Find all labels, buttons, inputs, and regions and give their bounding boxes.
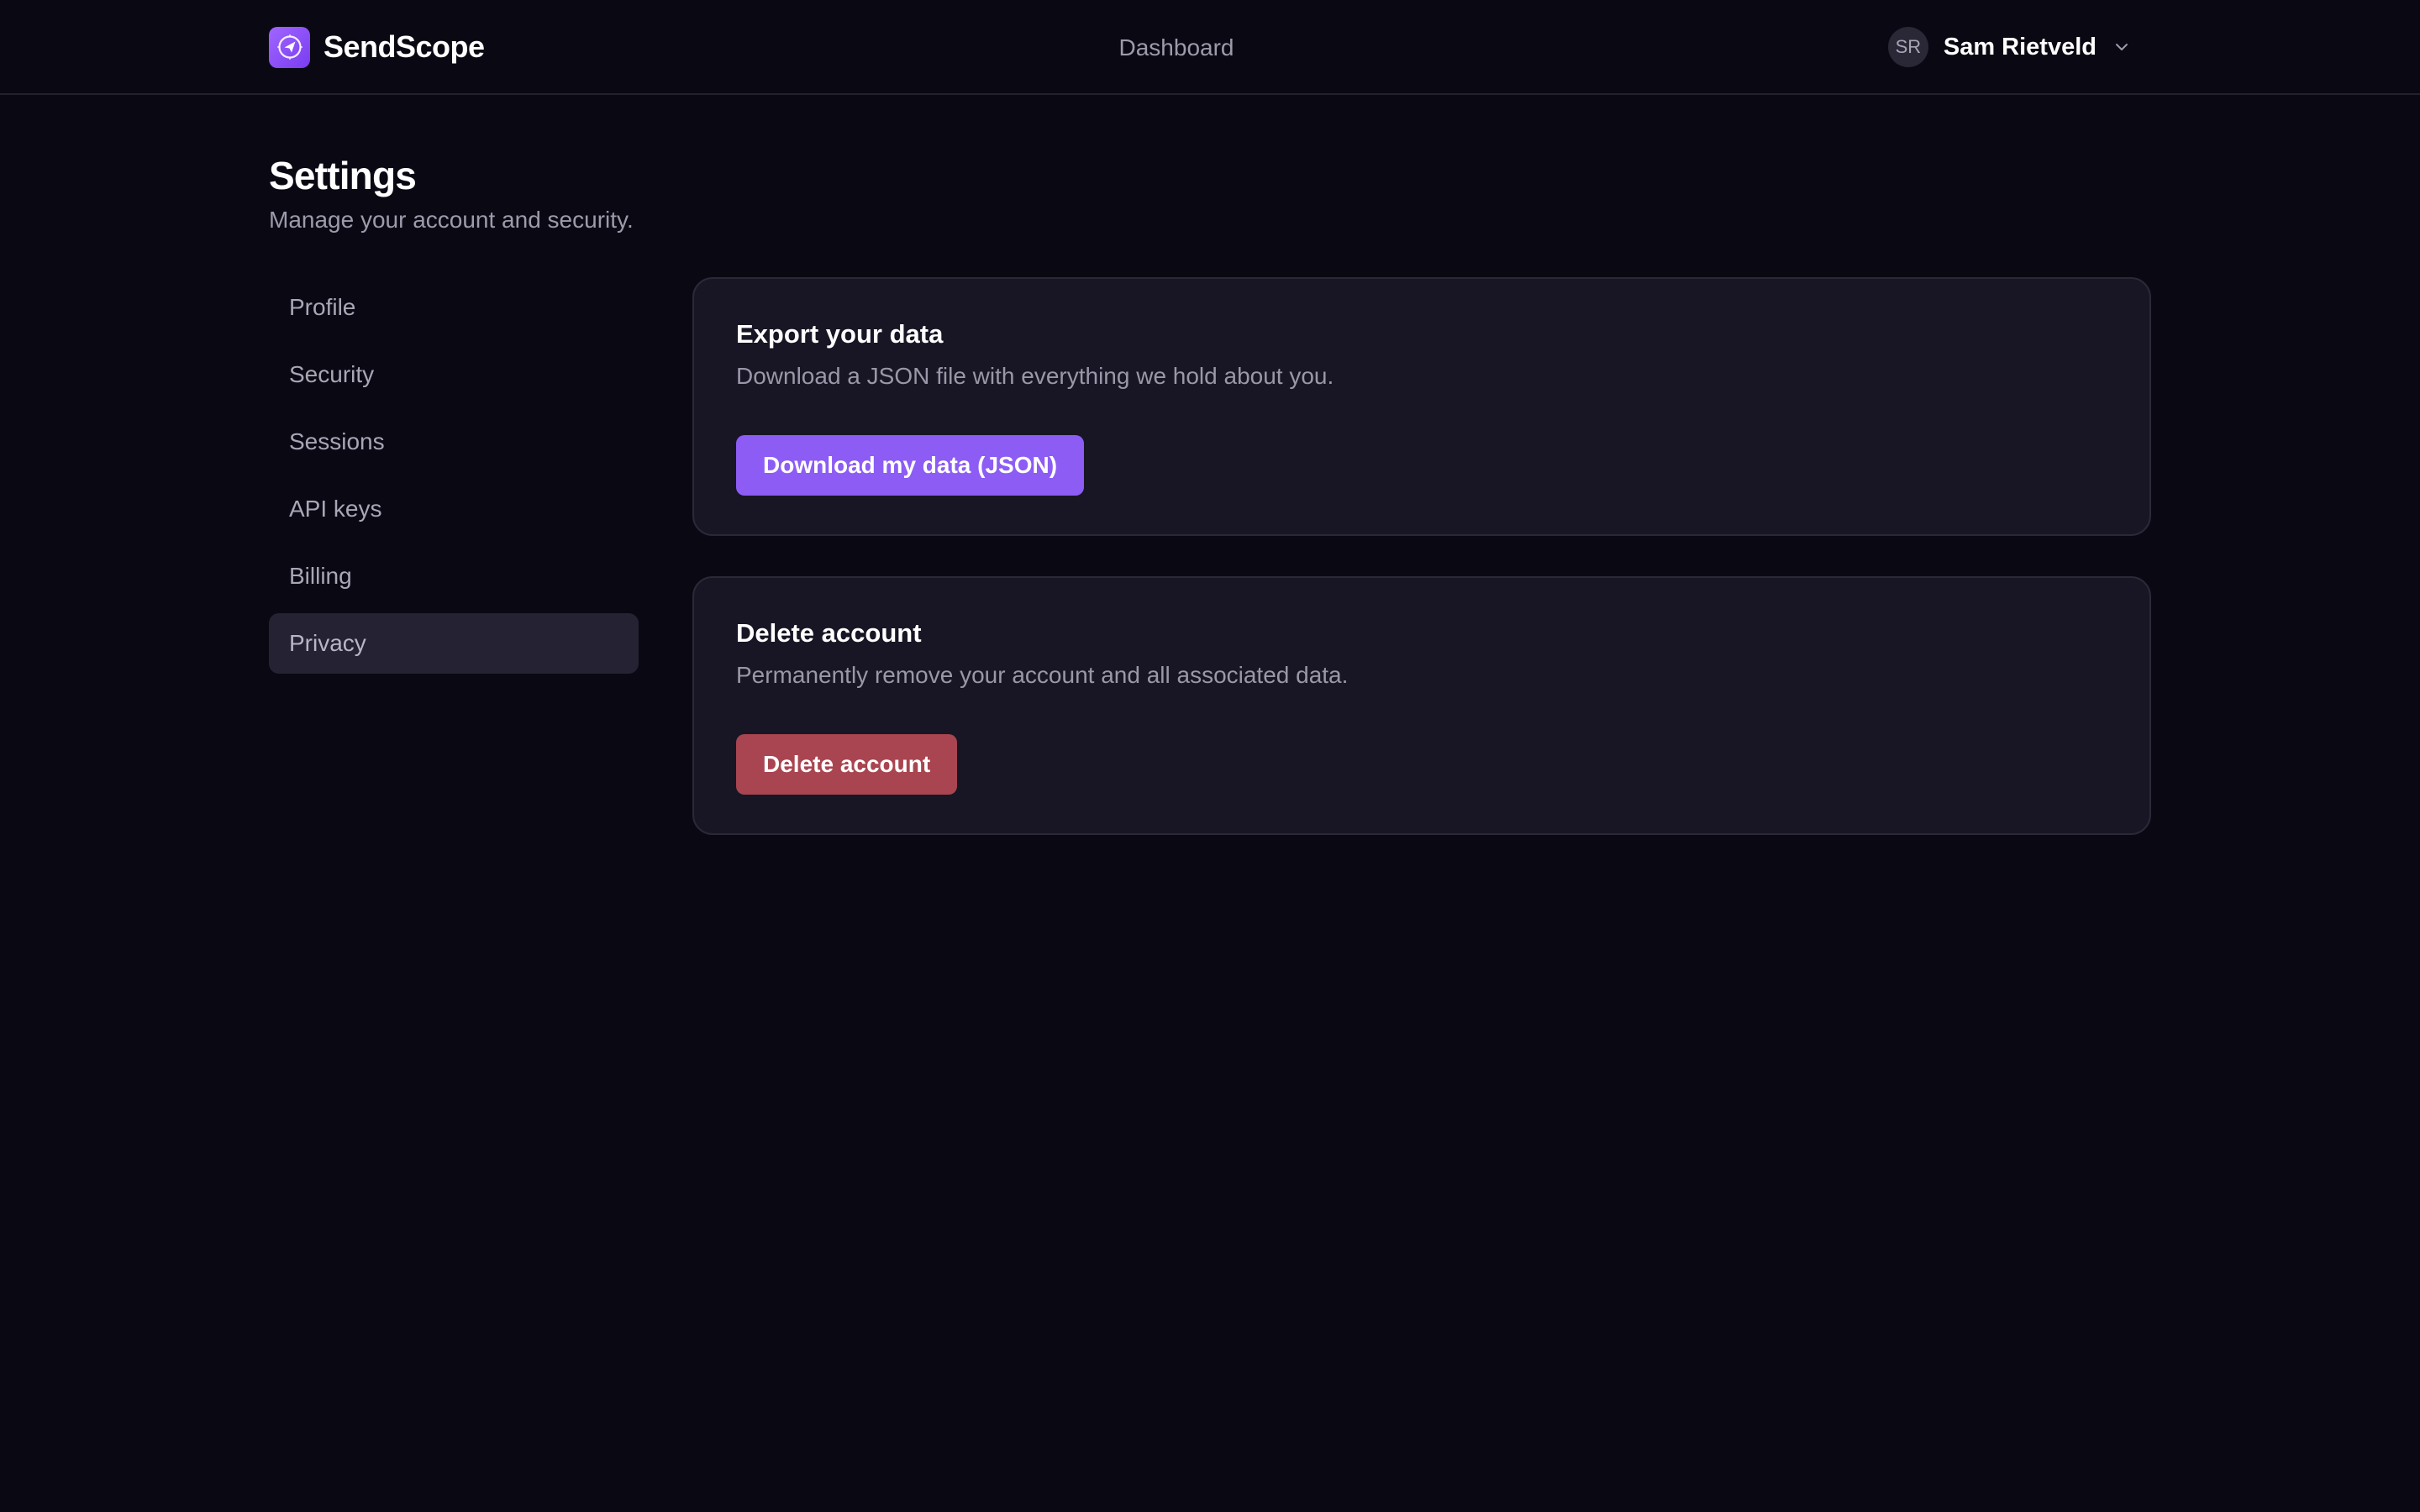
brand-link[interactable]: SendScope bbox=[269, 26, 485, 68]
export-data-card: Export your data Download a JSON file wi… bbox=[692, 277, 2151, 536]
sidebar-item-sessions[interactable]: Sessions bbox=[269, 412, 639, 472]
brand-name: SendScope bbox=[324, 29, 485, 64]
sidebar-item-billing[interactable]: Billing bbox=[269, 546, 639, 606]
sidebar-item-profile[interactable]: Profile bbox=[269, 277, 639, 338]
compass-send-icon bbox=[269, 26, 310, 68]
delete-account-button[interactable]: Delete account bbox=[736, 734, 958, 795]
top-navigation-bar: SendScope Dashboard SR Sam Rietveld bbox=[0, 0, 2420, 95]
delete-card-description: Permanently remove your account and all … bbox=[736, 662, 1349, 688]
download-data-button[interactable]: Download my data (JSON) bbox=[736, 435, 1085, 496]
user-menu-button[interactable]: SR Sam Rietveld bbox=[1887, 26, 2130, 68]
page-title: Settings bbox=[269, 154, 417, 197]
sidebar-item-privacy[interactable]: Privacy bbox=[269, 613, 639, 674]
chevron-down-icon bbox=[2113, 39, 2130, 55]
export-card-title: Export your data bbox=[736, 319, 944, 349]
sidebar-item-security[interactable]: Security bbox=[269, 344, 639, 405]
avatar: SR bbox=[1887, 27, 1928, 67]
delete-account-card: Delete account Permanently remove your a… bbox=[692, 576, 2151, 835]
user-name: Sam Rietveld bbox=[1943, 33, 2096, 60]
page-subtitle: Manage your account and security. bbox=[269, 207, 634, 233]
nav-link-dashboard[interactable]: Dashboard bbox=[1119, 34, 1234, 61]
settings-sidebar: Profile Security Sessions API keys Billi… bbox=[269, 277, 639, 680]
sidebar-item-api-keys[interactable]: API keys bbox=[269, 479, 639, 539]
export-card-description: Download a JSON file with everything we … bbox=[736, 363, 1334, 389]
delete-card-title: Delete account bbox=[736, 618, 922, 648]
